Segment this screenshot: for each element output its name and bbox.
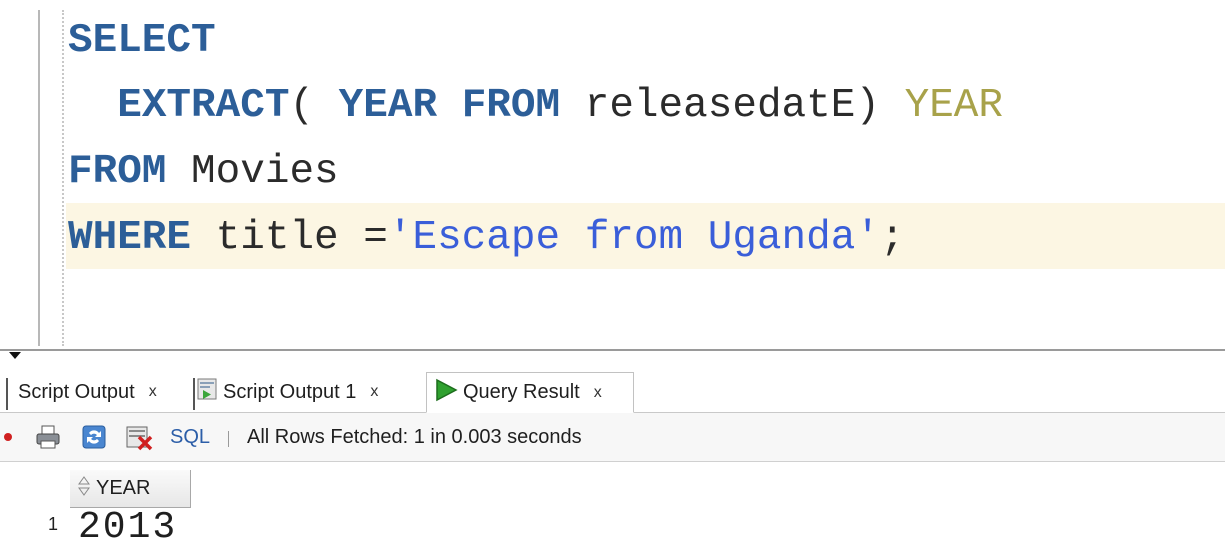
fold-guide	[62, 10, 64, 346]
keyword-from: FROM	[68, 149, 167, 195]
sql-button[interactable]: SQL	[170, 426, 210, 449]
result-toolbar: SQL All Rows Fetched: 1 in 0.003 seconds	[0, 413, 1225, 462]
toolbar-separator	[228, 431, 229, 447]
row-number: 1	[48, 514, 59, 534]
output-panel: Script Output x Script Output 1 x Query …	[0, 362, 1225, 545]
run-arrow-icon	[433, 377, 459, 409]
keyword-year: YEAR	[338, 83, 438, 129]
keyword-from: FROM	[461, 83, 561, 129]
result-grid: YEAR 1 2013	[0, 462, 1225, 545]
cancel-fetch-icon[interactable]	[124, 423, 154, 451]
semicolon: ;	[879, 215, 905, 261]
code-line-4[interactable]: WHERE title ='Escape from Uganda';	[68, 208, 905, 268]
tab-query-result[interactable]: Query Result x	[426, 372, 634, 413]
sql-editor[interactable]: SELECT EXTRACT( YEAR FROM releasedatE) Y…	[0, 0, 1225, 350]
keyword-extract: EXTRACT	[117, 83, 290, 129]
output-tabbar: Script Output x Script Output 1 x Query …	[0, 368, 1225, 413]
tab-label: Query Result	[463, 381, 580, 403]
string-literal: 'Escape from Uganda'	[387, 215, 880, 261]
tab-script-output[interactable]: Script Output x	[6, 374, 186, 410]
code-line-3[interactable]: FROM Movies	[68, 142, 339, 202]
paren: (	[289, 83, 339, 129]
column-header-label: YEAR	[96, 477, 151, 499]
pin-icon[interactable]	[4, 423, 14, 451]
panel-splitter[interactable]	[0, 349, 1225, 351]
identifier-movies: Movies	[166, 149, 339, 195]
status-text: All Rows Fetched: 1 in 0.003 seconds	[247, 425, 582, 448]
table-cell[interactable]: 2013	[78, 506, 177, 545]
tab-label: Script Output 1	[223, 380, 357, 403]
close-icon[interactable]: x	[370, 383, 378, 401]
print-icon[interactable]	[34, 423, 62, 451]
collapse-arrow-icon[interactable]	[9, 352, 21, 359]
sort-icon[interactable]	[78, 475, 90, 503]
tab-script-output-1[interactable]: Script Output 1 x	[195, 374, 421, 410]
gutter-border	[38, 10, 40, 346]
column-alias: YEAR	[904, 83, 1004, 129]
keyword-select: SELECT	[68, 18, 216, 64]
sql-link[interactable]: SQL	[170, 423, 210, 451]
refresh-icon[interactable]	[80, 423, 108, 451]
column-header-year[interactable]: YEAR	[70, 470, 191, 508]
identifier-title: title =	[191, 215, 388, 261]
fetch-status: All Rows Fetched: 1 in 0.003 seconds	[247, 423, 582, 451]
close-icon[interactable]: x	[149, 383, 157, 401]
identifier-releasedate: releasedatE)	[560, 83, 905, 129]
tab-label: Script Output	[18, 380, 135, 403]
keyword-where: WHERE	[68, 215, 192, 261]
script-icon	[195, 377, 219, 407]
code-line-1[interactable]: SELECT	[68, 11, 216, 71]
code-line-2[interactable]: EXTRACT( YEAR FROM releasedatE) YEAR	[68, 76, 1003, 136]
close-icon[interactable]: x	[594, 384, 602, 402]
